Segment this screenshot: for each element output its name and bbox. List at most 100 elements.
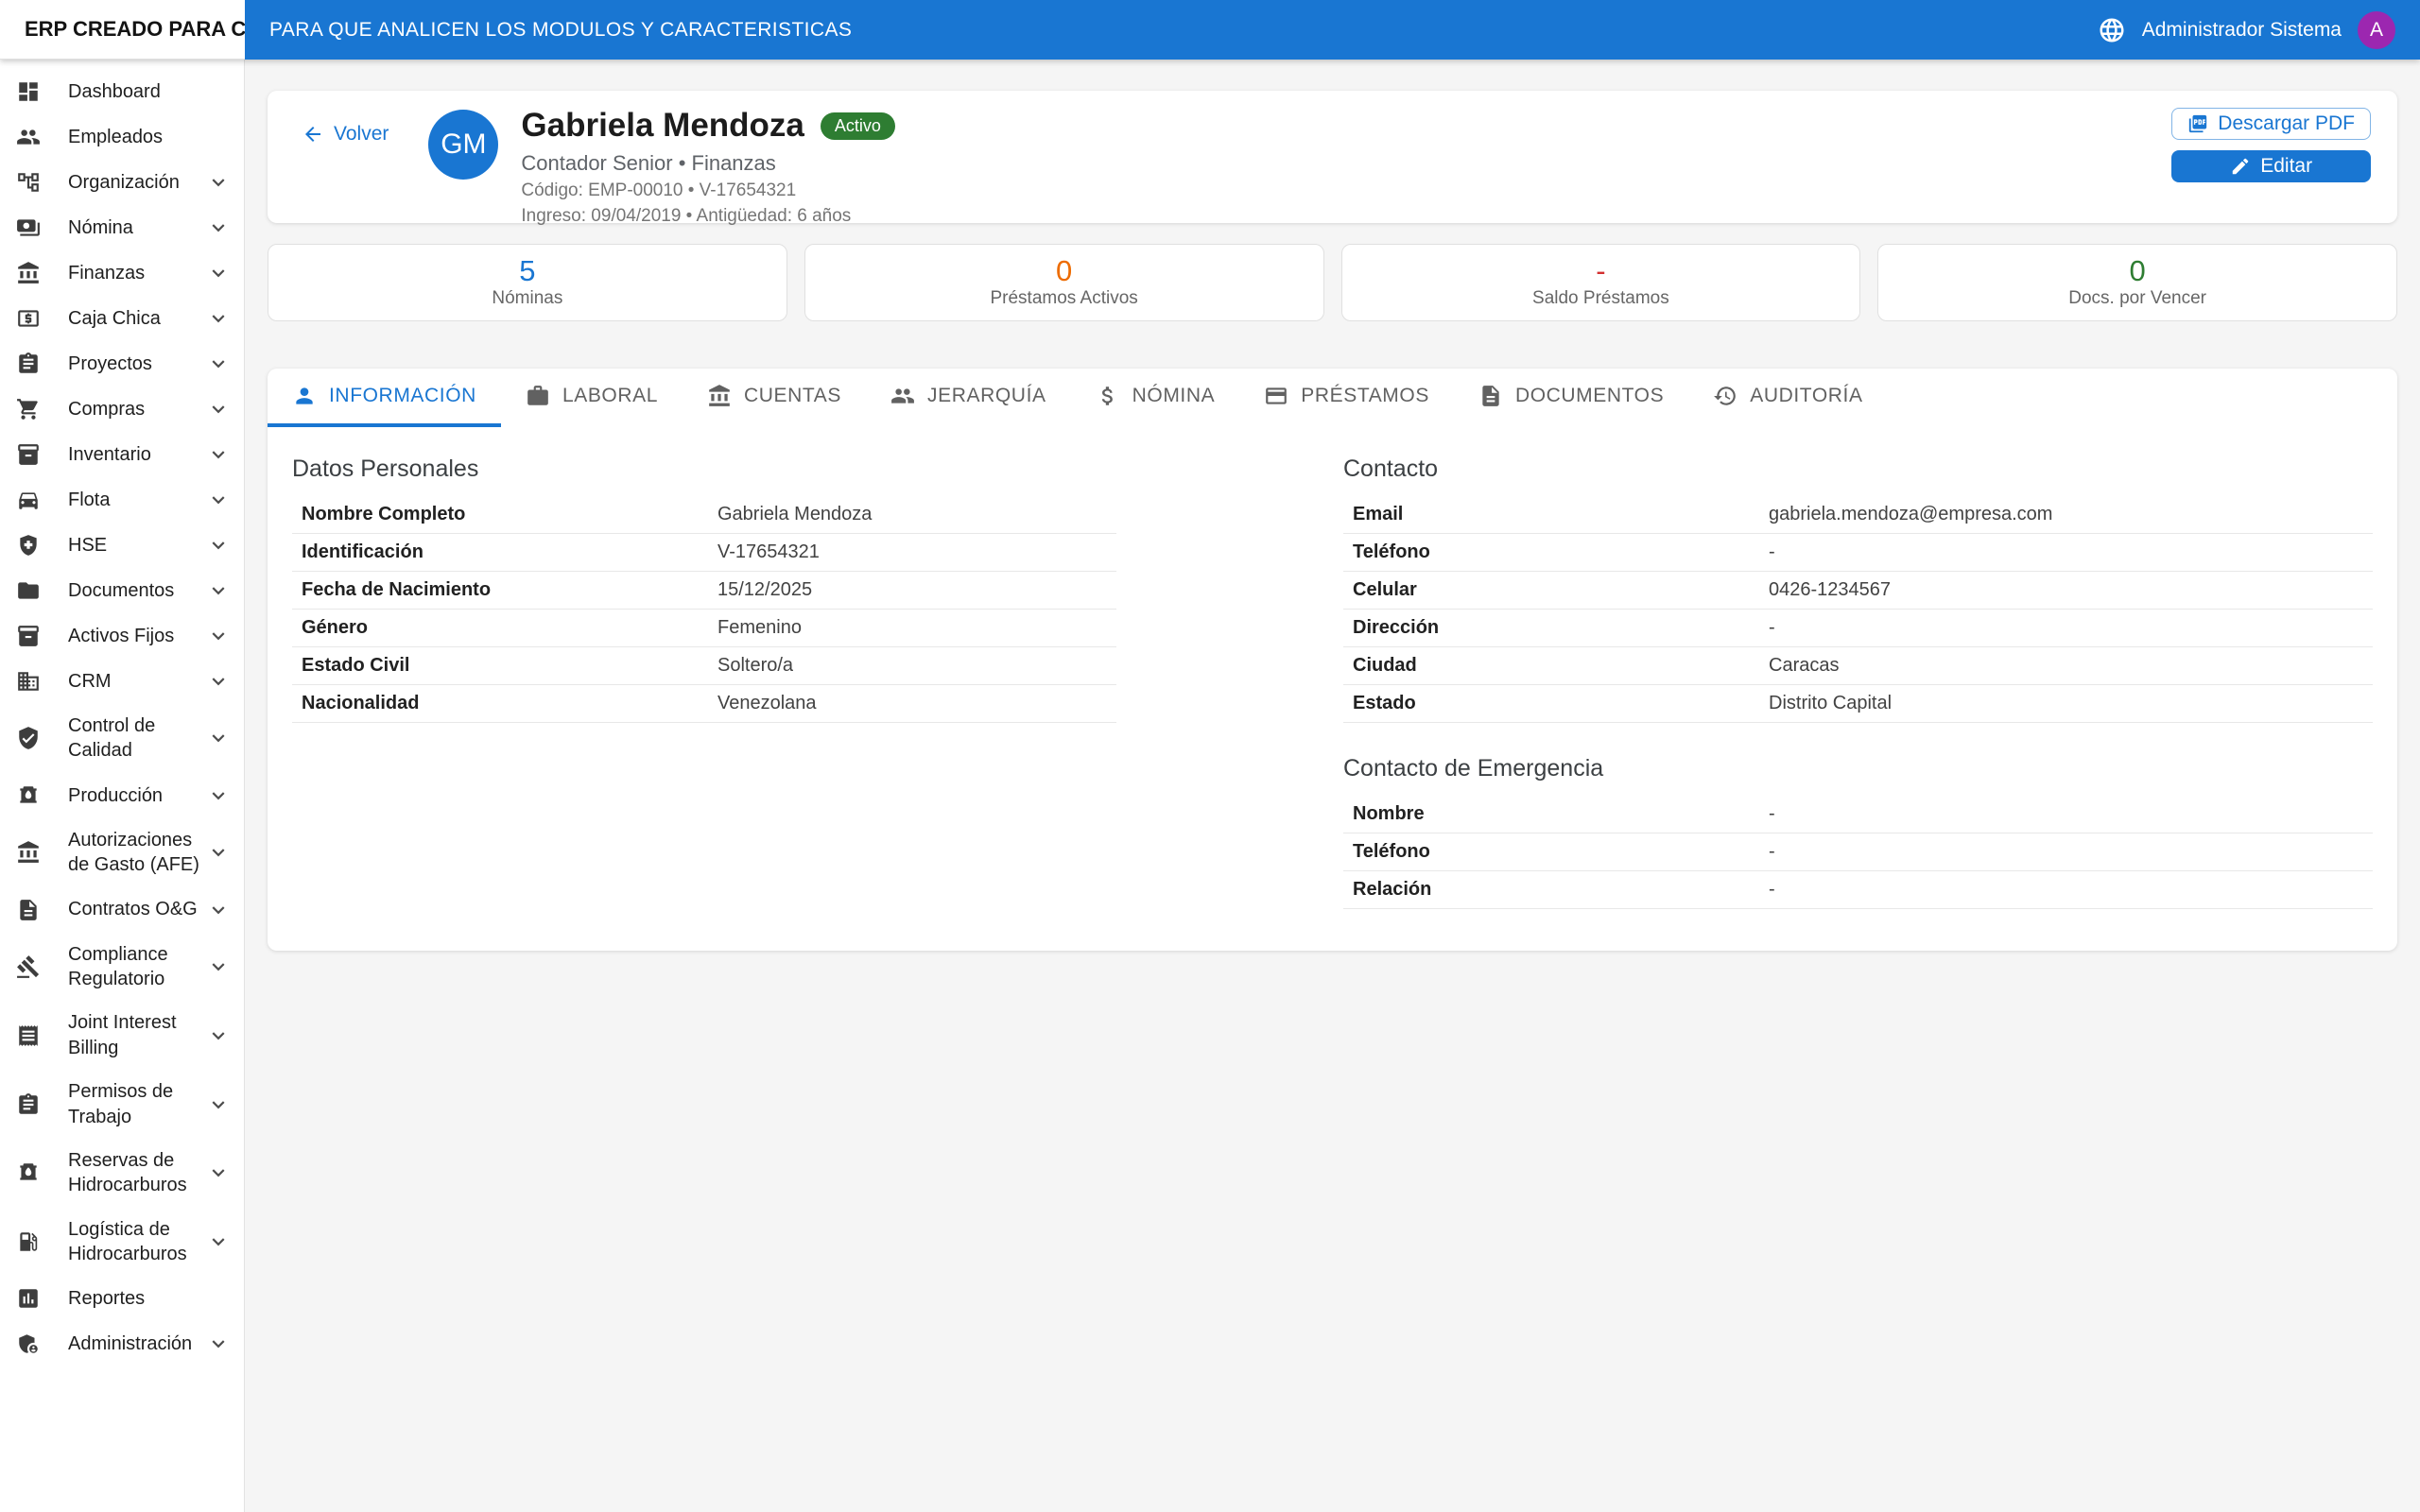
sidebar-item-label: Caja Chica — [68, 306, 161, 331]
oil-barrel-icon — [16, 1160, 41, 1185]
contact-table: Emailgabriela.mendoza@empresa.comTeléfon… — [1343, 496, 2373, 723]
person-icon — [292, 384, 317, 408]
sidebar-item-contratos-o-g[interactable]: Contratos O&G — [0, 887, 244, 933]
field-row-direccion: Dirección- — [1343, 610, 2373, 647]
employee-tenure-line: Ingreso: 09/04/2019 • Antigüedad: 6 años — [521, 206, 895, 227]
back-link[interactable]: Volver — [302, 123, 389, 146]
atm-icon — [16, 306, 41, 331]
stat-value: 5 — [519, 256, 535, 285]
sidebar-item-empleados[interactable]: Empleados — [0, 114, 244, 160]
field-label: Celular — [1353, 579, 1769, 601]
sidebar-item-label: Autorizaciones de Gasto (AFE) — [68, 828, 206, 878]
sidebar-item-crm[interactable]: CRM — [0, 659, 244, 704]
sidebar-item-label: Joint Interest Billing — [68, 1010, 206, 1060]
chevron-down-icon — [206, 215, 231, 240]
chevron-down-icon — [206, 1092, 231, 1117]
sidebar-item-label: Control de Calidad — [68, 713, 206, 764]
sidebar-item-flota[interactable]: Flota — [0, 477, 244, 523]
field-row-identificacion: IdentificaciónV-17654321 — [292, 534, 1116, 572]
download-pdf-button[interactable]: Descargar PDF — [2171, 108, 2371, 140]
sidebar-item-label: Reservas de Hidrocarburos — [68, 1148, 206, 1198]
main-content: Volver GM Gabriela Mendoza Activo Contad… — [245, 60, 2420, 1512]
sidebar-item-reservas-de-hidrocarburos[interactable]: Reservas de Hidrocarburos — [0, 1139, 244, 1208]
sidebar-item-activos-fijos[interactable]: Activos Fijos — [0, 613, 244, 659]
field-label: Identificación — [302, 541, 717, 563]
employee-header-card: Volver GM Gabriela Mendoza Activo Contad… — [268, 91, 2397, 223]
edit-label: Editar — [2260, 155, 2312, 178]
sidebar-item-reportes[interactable]: Reportes — [0, 1276, 244, 1321]
chevron-down-icon — [206, 624, 231, 648]
sidebar-item-dashboard[interactable]: Dashboard — [0, 69, 244, 114]
field-label: Género — [302, 617, 717, 639]
field-value: gabriela.mendoza@empresa.com — [1769, 504, 2373, 525]
field-row-ciudad: CiudadCaracas — [1343, 647, 2373, 685]
sidebar-item-inventario[interactable]: Inventario — [0, 432, 244, 477]
chevron-down-icon — [206, 261, 231, 285]
field-row-nacionalidad: NacionalidadVenezolana — [292, 685, 1116, 723]
sidebar-item-label: Nómina — [68, 215, 133, 240]
sidebar-item-autorizaciones-de-gasto-afe[interactable]: Autorizaciones de Gasto (AFE) — [0, 818, 244, 887]
field-row-nombre: Nombre- — [1343, 796, 2373, 833]
sidebar-item-proyectos[interactable]: Proyectos — [0, 341, 244, 387]
tab-cuentas[interactable]: CUENTAS — [683, 369, 866, 427]
sidebar-item-compliance-regulatorio[interactable]: Compliance Regulatorio — [0, 933, 244, 1002]
chevron-down-icon — [206, 726, 231, 750]
chevron-down-icon — [206, 578, 231, 603]
sidebar-item-permisos-de-trabajo[interactable]: Permisos de Trabajo — [0, 1070, 244, 1139]
field-value: Soltero/a — [717, 655, 1116, 677]
sidebar-item-logistica-de-hidrocarburos[interactable]: Logística de Hidrocarburos — [0, 1208, 244, 1277]
sidebar-item-compras[interactable]: Compras — [0, 387, 244, 432]
sidebar-item-label: Proyectos — [68, 352, 152, 376]
tab-jerarquia[interactable]: JERARQUÍA — [866, 369, 1071, 427]
sidebar: Dashboard Empleados Organización Nómina Fina… — [0, 60, 245, 1512]
history-icon — [1713, 384, 1737, 408]
sidebar-item-administracion[interactable]: Administración — [0, 1321, 244, 1366]
payments-icon — [16, 215, 41, 240]
credit-card-icon — [1264, 384, 1288, 408]
app-logo: ERP CREADO PARA CO... — [0, 0, 245, 60]
tab-documentos[interactable]: DOCUMENTOS — [1454, 369, 1688, 427]
tab-label: AUDITORÍA — [1750, 385, 1862, 407]
chevron-down-icon — [206, 840, 231, 865]
shield-check-icon — [16, 726, 41, 750]
app-bar-main: PARA QUE ANALICEN LOS MODULOS Y CARACTER… — [245, 0, 2420, 60]
pdf-icon — [2187, 113, 2208, 134]
banner-title: PARA QUE ANALICEN LOS MODULOS Y CARACTER… — [269, 19, 852, 42]
sidebar-item-caja-chica[interactable]: Caja Chica — [0, 296, 244, 341]
sidebar-item-organizacion[interactable]: Organización — [0, 160, 244, 205]
oil-barrel-icon — [16, 783, 41, 808]
field-value: - — [1769, 803, 2373, 825]
tab-nomina[interactable]: NÓMINA — [1071, 369, 1240, 427]
sidebar-item-nomina[interactable]: Nómina — [0, 205, 244, 250]
sidebar-item-documentos[interactable]: Documentos — [0, 568, 244, 613]
sidebar-item-control-de-calidad[interactable]: Control de Calidad — [0, 704, 244, 773]
sidebar-item-label: Contratos O&G — [68, 897, 198, 921]
chevron-down-icon — [206, 1160, 231, 1185]
field-row-estado: EstadoDistrito Capital — [1343, 685, 2373, 723]
sidebar-item-label: Dashboard — [68, 79, 161, 104]
edit-button[interactable]: Editar — [2171, 150, 2371, 182]
sidebar-item-label: Reportes — [68, 1286, 145, 1311]
field-row-estado-civil: Estado CivilSoltero/a — [292, 647, 1116, 685]
tab-informacion[interactable]: INFORMACIÓN — [268, 369, 501, 427]
user-avatar[interactable]: A — [2358, 11, 2395, 49]
clipboard-icon — [16, 352, 41, 376]
field-row-genero: GéneroFemenino — [292, 610, 1116, 647]
field-value: - — [1769, 879, 2373, 901]
chevron-down-icon — [206, 397, 231, 421]
tab-laboral[interactable]: LABORAL — [501, 369, 683, 427]
sidebar-item-label: Empleados — [68, 125, 163, 149]
tab-auditoria[interactable]: AUDITORÍA — [1688, 369, 1887, 427]
sidebar-item-joint-interest-billing[interactable]: Joint Interest Billing — [0, 1001, 244, 1070]
dashboard-icon — [16, 79, 41, 104]
sidebar-item-finanzas[interactable]: Finanzas — [0, 250, 244, 296]
sidebar-item-hse[interactable]: HSE — [0, 523, 244, 568]
stat-card-nominas: 5Nóminas — [268, 244, 787, 321]
globe-icon[interactable] — [2098, 16, 2126, 44]
gas-station-icon — [16, 1229, 41, 1254]
tab-label: INFORMACIÓN — [329, 385, 476, 407]
tab-prestamos[interactable]: PRÉSTAMOS — [1239, 369, 1454, 427]
health-shield-icon — [16, 533, 41, 558]
sidebar-item-produccion[interactable]: Producción — [0, 773, 244, 818]
chevron-down-icon — [206, 1229, 231, 1254]
